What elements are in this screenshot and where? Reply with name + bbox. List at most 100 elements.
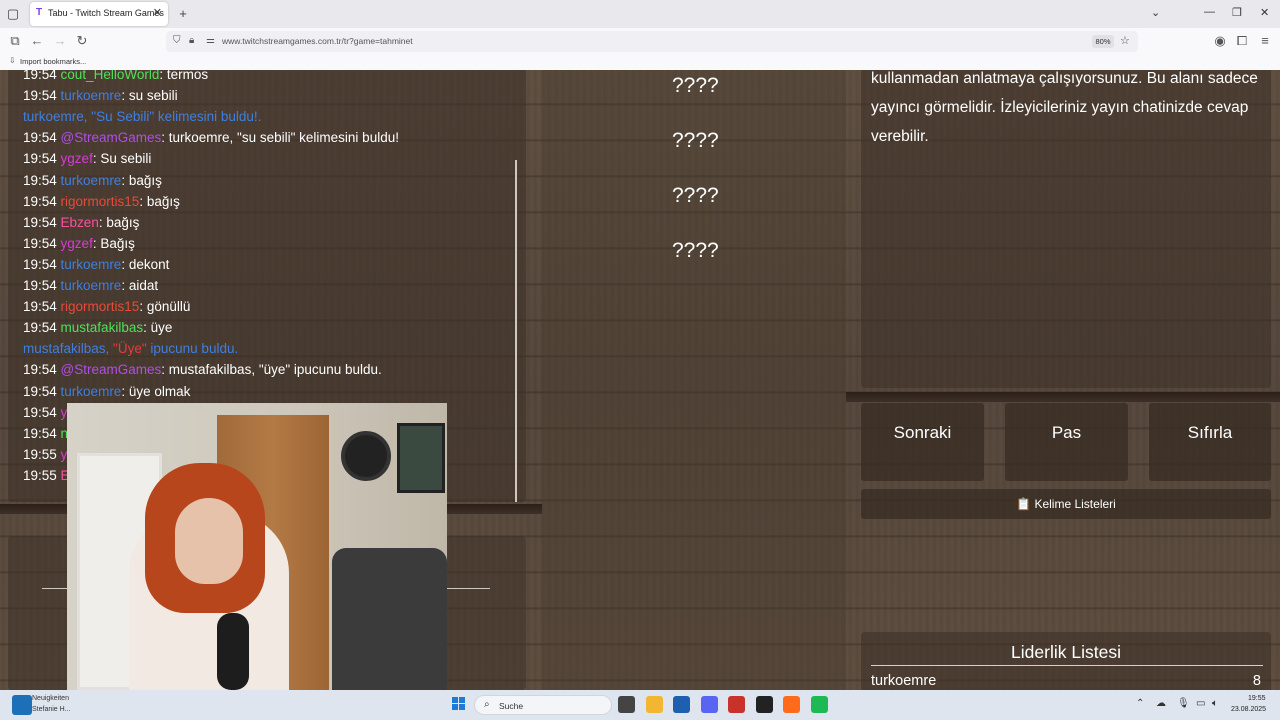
chat-username[interactable]: turkoemre — [61, 173, 122, 188]
discord-icon[interactable] — [700, 696, 718, 713]
news-widget-icon[interactable] — [12, 695, 32, 715]
pass-button[interactable]: Pas — [1005, 403, 1128, 481]
file-explorer-icon[interactable] — [645, 696, 663, 713]
volume-icon[interactable]: 🔈︎ — [1212, 698, 1218, 709]
chat-text: : aidat — [121, 278, 159, 293]
clock-time[interactable]: 19:55 — [1248, 695, 1266, 702]
chat-message: 19:54 turkoemre: üye olmak — [23, 384, 190, 399]
permissions-icon[interactable]: ⚌ — [206, 35, 215, 46]
leaderboard-name: turkoemre — [871, 673, 937, 689]
import-icon: ⇩ — [9, 56, 16, 65]
chat-username[interactable]: turkoemre — [61, 88, 122, 103]
chat-username[interactable]: Ebzen — [61, 215, 99, 230]
chat-message: 19:54 cout_HelloWorld: termos — [23, 70, 208, 82]
clipboard-icon: 📋 — [1016, 497, 1032, 511]
chat-message: 19:54 @StreamGames: mustafakilbas, "üye"… — [23, 362, 382, 377]
chevron-down-icon[interactable]: ⌄ — [1151, 6, 1160, 19]
spotify-icon[interactable] — [810, 696, 828, 713]
chat-message: 19:54 turkoemre: dekont — [23, 257, 169, 272]
chat-message: 19:54 rigormortis15: bağış — [23, 194, 180, 209]
tray-chevron-icon[interactable]: ⌃ — [1136, 698, 1144, 709]
chat-message: 19:54 n — [23, 426, 68, 441]
bookmarks-bar: ⇩ Import bookmarks... — [0, 54, 1280, 70]
close-window-icon[interactable]: ✕ — [1260, 6, 1269, 19]
chat-text: : bağış — [139, 193, 180, 209]
next-button[interactable]: Sonraki — [861, 403, 984, 481]
chat-text: : gönüllü — [139, 299, 191, 315]
cloud-icon[interactable]: ☁ — [1156, 698, 1166, 709]
close-tab-icon[interactable]: ✕ — [153, 6, 162, 19]
chat-username[interactable]: @StreamGames — [61, 362, 162, 377]
leaderboard-panel: Liderlik Listesi turkoemre 8 — [861, 632, 1271, 690]
forward-icon[interactable]: → — [51, 32, 69, 50]
chat-message: 19:54 @StreamGames: turkoemre, "su sebil… — [23, 130, 399, 145]
chat-text: : bağış — [98, 214, 140, 230]
taskbar-search[interactable]: ⌕ Suche — [474, 695, 612, 715]
chat-text: : su sebili — [121, 88, 178, 104]
webcam-overlay — [67, 403, 447, 690]
restore-icon[interactable]: ❐ — [1232, 6, 1242, 19]
news-app-icon[interactable] — [728, 696, 745, 713]
chat-time: 19:54 — [23, 362, 61, 378]
task-view-icon[interactable] — [618, 696, 635, 713]
wood-divider — [846, 392, 1280, 402]
tab-active[interactable]: T Tabu - Twitch Stream Games ✕ — [30, 2, 168, 26]
hidden-word: ???? — [672, 239, 719, 262]
url-text[interactable]: www.twitchstreamgames.com.tr/tr?game=tah… — [222, 36, 413, 46]
extensions-icon[interactable]: ⧠ — [1233, 32, 1251, 50]
divider-line — [871, 665, 1263, 666]
store-icon[interactable] — [673, 696, 690, 713]
chat-text: : turkoemre, "su sebili" kelimesini buld… — [161, 130, 399, 146]
shield-icon[interactable]: ⛉ — [173, 35, 181, 46]
taskbar: Neuigkeiten Stefanie H... ⌕ Suche ⌃ ☁ 🎙︎… — [0, 690, 1280, 720]
chat-username[interactable]: rigormortis15 — [61, 299, 140, 314]
chat-username[interactable]: @StreamGames — [61, 130, 162, 145]
chat-username[interactable]: mustafakilbas — [61, 320, 144, 335]
menu-icon[interactable]: ≡ — [1256, 32, 1274, 50]
chat-username[interactable]: ygzef — [61, 236, 93, 251]
chat-notice: turkoemre, "Su Sebili" kelimesini buldu!… — [23, 109, 261, 124]
chat-time: 19:54 — [23, 383, 61, 399]
chat-time: 19:54 — [23, 70, 61, 82]
chat-username[interactable]: turkoemre — [61, 384, 122, 399]
lock-icon[interactable]: 🔒︎ — [189, 35, 194, 46]
chat-scrollbar[interactable] — [515, 160, 517, 502]
tab-list-icon[interactable]: ▢ — [2, 4, 24, 24]
forbidden-words-column: ???? ???? ???? ???? — [542, 70, 846, 690]
chat-username[interactable]: ygzef — [61, 151, 93, 166]
description-text: kullanmadan anlatmaya çalışıyorsunuz. Bu… — [871, 70, 1258, 145]
chat-time: 19:54 — [23, 320, 61, 336]
search-placeholder: Suche — [499, 701, 524, 711]
account-icon[interactable]: ◉ — [1211, 32, 1229, 50]
obs-icon[interactable] — [755, 696, 773, 713]
clock-date[interactable]: 23.08.2025 — [1231, 706, 1266, 713]
chat-username[interactable]: turkoemre — [61, 257, 122, 272]
new-tab-icon[interactable]: + — [172, 4, 194, 24]
tab-bar: ▢ T Tabu - Twitch Stream Games ✕ + ⌄ — ❐… — [0, 0, 1280, 28]
chat-username[interactable]: rigormortis15 — [61, 194, 140, 209]
zoom-level-badge[interactable]: 80% — [1092, 35, 1114, 48]
twitch-favicon-icon: T — [36, 7, 43, 18]
bookmark-star-icon[interactable]: ☆ — [1120, 34, 1130, 47]
reload-icon[interactable]: ↻ — [73, 32, 91, 50]
chat-username[interactable]: turkoemre — [61, 278, 122, 293]
news-widget-subtitle[interactable]: Stefanie H... — [32, 706, 71, 713]
reset-button[interactable]: Sıfırla — [1149, 403, 1271, 481]
word-lists-button[interactable]: 📋 Kelime Listeleri — [861, 489, 1271, 519]
mic-icon[interactable]: 🎙︎ — [1177, 698, 1190, 709]
news-widget-title[interactable]: Neuigkeiten — [32, 695, 69, 702]
search-icon: ⌕ — [484, 699, 490, 710]
chat-time: 19:54 — [23, 214, 61, 230]
network-icon[interactable]: ▭ — [1196, 698, 1205, 709]
import-bookmarks-link[interactable]: Import bookmarks... — [20, 57, 86, 66]
minimize-icon[interactable]: — — [1204, 6, 1215, 18]
chat-username[interactable]: cout_HelloWorld — [61, 70, 160, 82]
firefox-icon[interactable] — [783, 696, 800, 713]
back-icon[interactable]: ← — [28, 32, 46, 50]
chat-text: : termos — [159, 70, 209, 82]
sidebar-icon[interactable]: ⧉ — [6, 32, 24, 50]
chat-message: 19:55 E — [23, 468, 70, 483]
url-bar[interactable]: ⛉ 🔒︎ ⚌ www.twitchstreamgames.com.tr/tr?g… — [166, 31, 1138, 52]
chat-text: : dekont — [121, 256, 170, 272]
windows-start-icon[interactable] — [452, 697, 466, 711]
